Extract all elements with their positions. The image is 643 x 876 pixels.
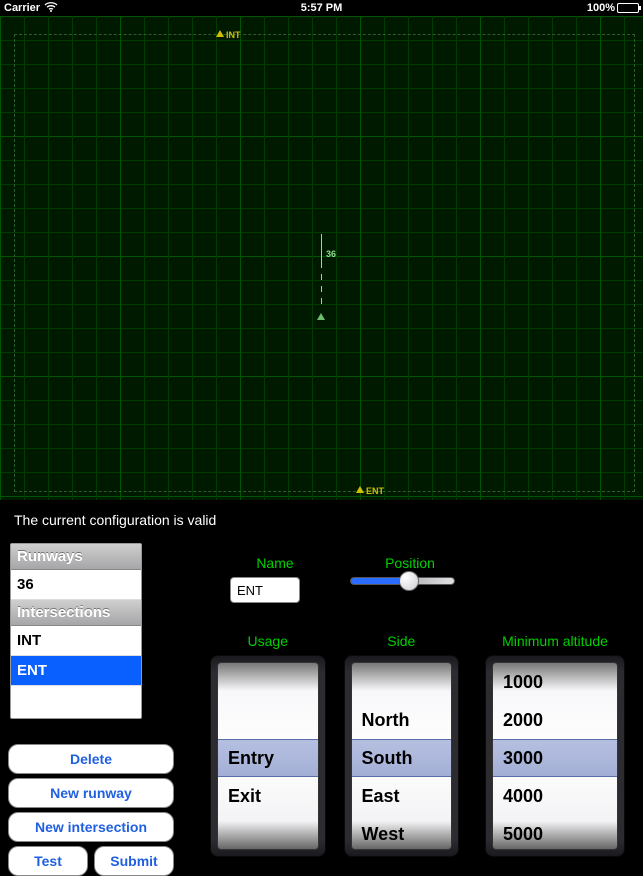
- wifi-icon: [44, 2, 58, 15]
- usage-picker[interactable]: Entry Exit: [210, 655, 326, 857]
- status-bar: Carrier 5:57 PM 100%: [0, 0, 643, 16]
- test-button[interactable]: Test: [8, 846, 88, 876]
- picker-option[interactable]: North: [352, 701, 452, 739]
- position-slider[interactable]: [350, 577, 455, 585]
- section-header-runways: Runways: [11, 544, 141, 570]
- picker-option[interactable]: 3000: [493, 739, 617, 777]
- position-label: Position: [350, 555, 470, 571]
- name-label: Name: [230, 555, 320, 571]
- marker-top-label: INT: [226, 30, 241, 40]
- picker-option[interactable]: 2000: [493, 701, 617, 739]
- config-list: Runways 36 Intersections INT ENT: [10, 543, 142, 719]
- marker-top-icon: [216, 30, 224, 37]
- side-picker[interactable]: North South East West: [344, 655, 460, 857]
- usage-label: Usage: [248, 633, 288, 649]
- clock: 5:57 PM: [301, 2, 343, 14]
- picker-option[interactable]: Entry: [218, 739, 318, 777]
- carrier-label: Carrier: [4, 2, 40, 14]
- centerline-dash: [321, 298, 322, 304]
- marker-bottom-label: ENT: [366, 486, 384, 496]
- validation-status: The current configuration is valid: [14, 512, 216, 528]
- picker-option[interactable]: Exit: [218, 777, 318, 815]
- centerline-dash: [321, 274, 322, 280]
- name-input[interactable]: [230, 577, 300, 603]
- battery-pct: 100%: [587, 2, 615, 14]
- list-item[interactable]: 36: [11, 570, 141, 600]
- marker-bottom-icon: [356, 486, 364, 493]
- picker-option[interactable]: West: [352, 815, 452, 850]
- minalt-picker[interactable]: 1000 2000 3000 4000 5000: [485, 655, 625, 857]
- list-item[interactable]: INT: [11, 626, 141, 656]
- list-blank: [11, 686, 141, 718]
- action-buttons: Delete New runway New intersection Test …: [8, 744, 174, 876]
- picker-option[interactable]: East: [352, 777, 452, 815]
- battery-icon: [617, 3, 639, 13]
- list-item[interactable]: ENT: [11, 656, 141, 686]
- section-header-intersections: Intersections: [11, 600, 141, 626]
- radar-map[interactable]: INT 36 ENT: [0, 16, 643, 500]
- slider-thumb[interactable]: [399, 571, 419, 591]
- submit-button[interactable]: Submit: [94, 846, 174, 876]
- radar-boundary: [14, 34, 635, 492]
- side-label: Side: [387, 633, 415, 649]
- delete-button[interactable]: Delete: [8, 744, 174, 774]
- approach-marker-icon: [317, 313, 325, 320]
- new-intersection-button[interactable]: New intersection: [8, 812, 174, 842]
- centerline-dash: [321, 286, 322, 292]
- picker-option[interactable]: 1000: [493, 663, 617, 701]
- new-runway-button[interactable]: New runway: [8, 778, 174, 808]
- runway-number: 36: [326, 249, 336, 259]
- picker-option[interactable]: South: [352, 739, 452, 777]
- picker-option[interactable]: 5000: [493, 815, 617, 850]
- runway-line: [321, 234, 322, 268]
- minalt-label: Minimum altitude: [502, 633, 608, 649]
- picker-option[interactable]: 4000: [493, 777, 617, 815]
